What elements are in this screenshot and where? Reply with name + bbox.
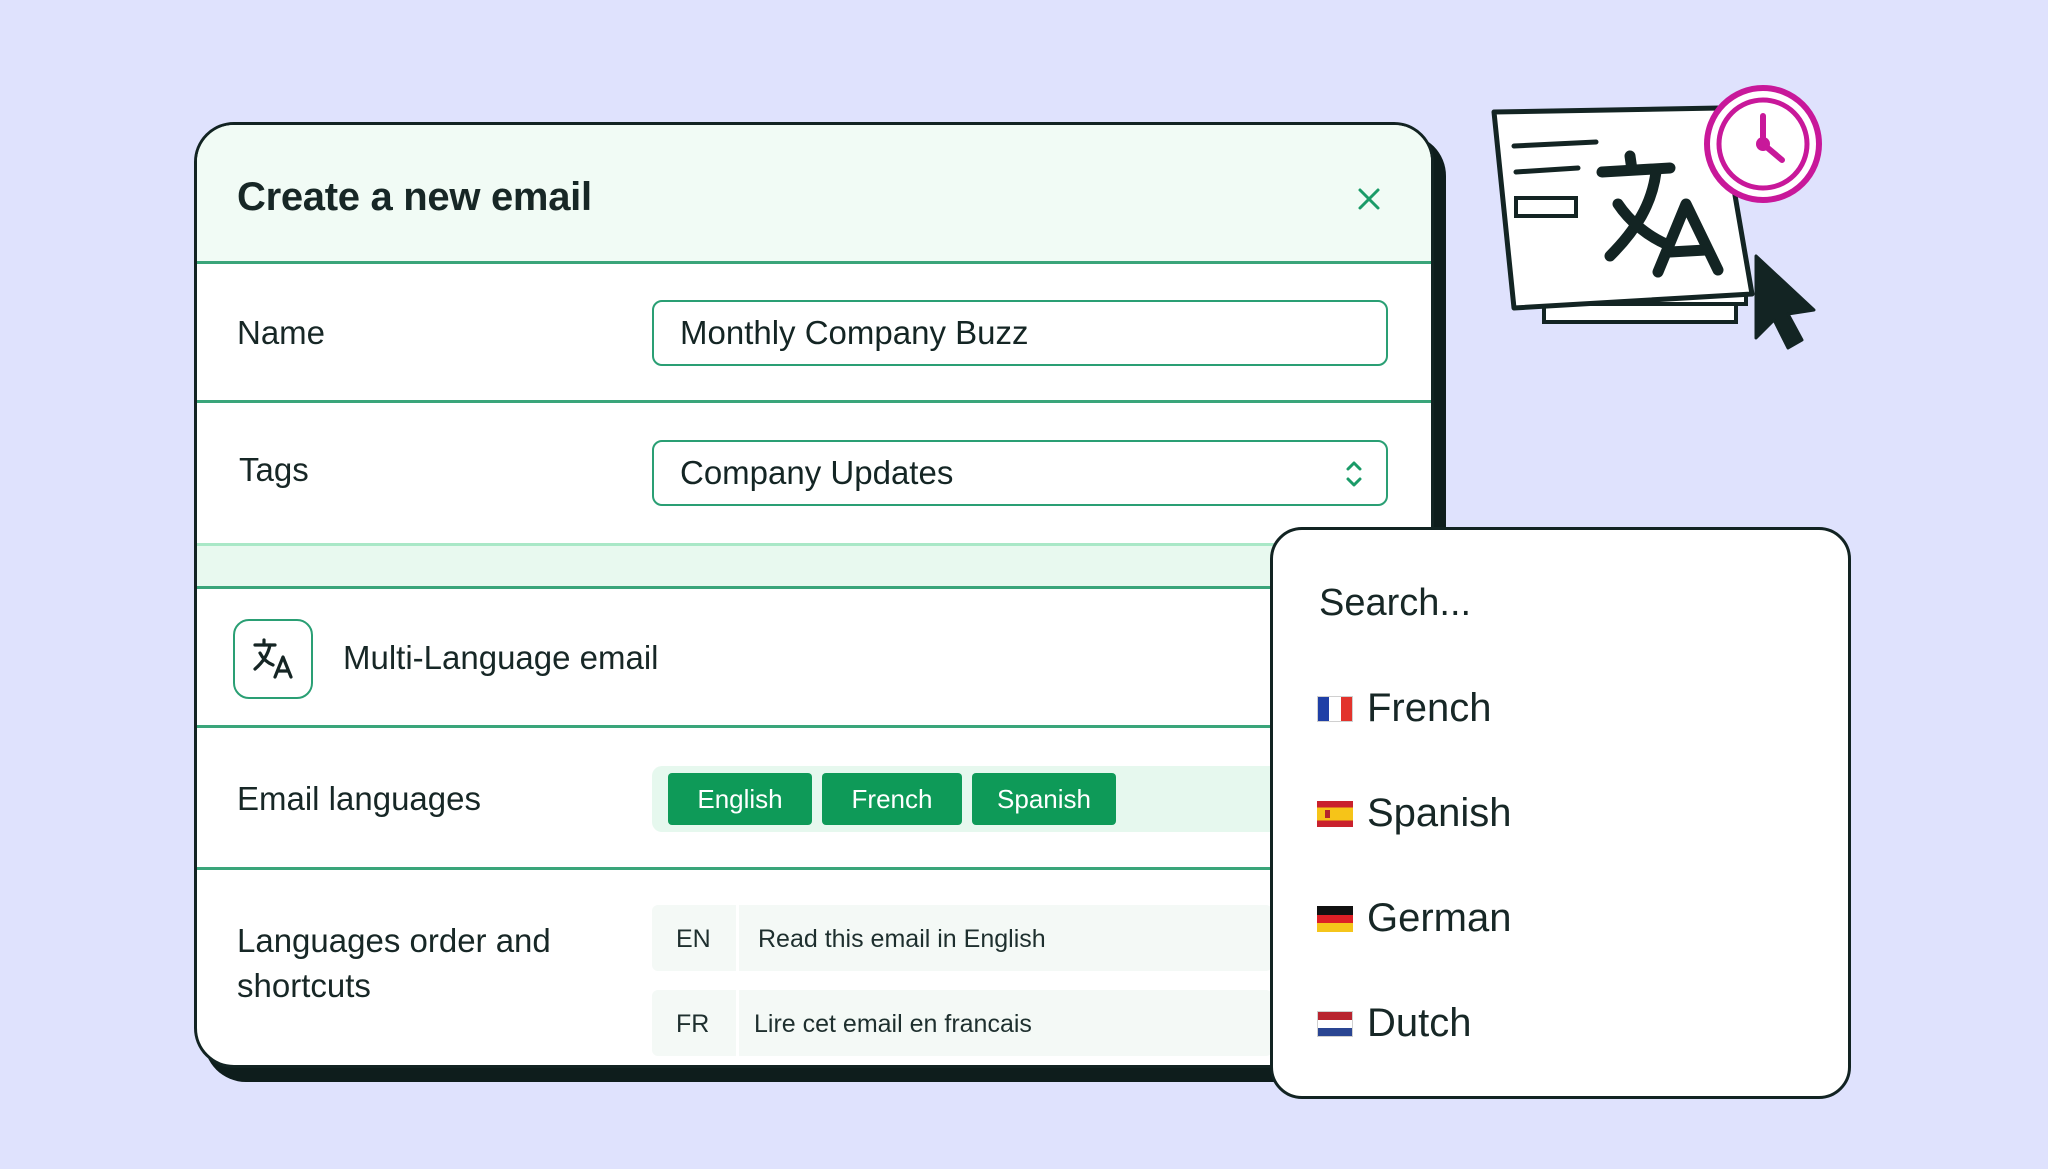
shortcut-row-en[interactable]: EN Read this email in English xyxy=(652,905,1272,971)
dropdown-item-dutch[interactable]: Dutch xyxy=(1317,995,1817,1055)
dropdown-item-german[interactable]: German xyxy=(1317,890,1817,950)
shortcut-divider xyxy=(736,905,739,971)
modal-header: Create a new email xyxy=(197,125,1431,264)
dropdown-item-label: French xyxy=(1367,686,1492,730)
translate-icon xyxy=(253,638,293,679)
language-chip-english[interactable]: English xyxy=(668,773,812,825)
shortcut-text: Lire cet email en francais xyxy=(754,1010,1032,1038)
language-chip-spanish[interactable]: Spanish xyxy=(972,773,1116,825)
tags-row: Tags Company Updates xyxy=(197,403,1431,543)
mouse-cursor-icon xyxy=(1754,254,1816,350)
name-row: Name Monthly Company Buzz xyxy=(197,264,1431,403)
create-email-modal: Create a new email Name Monthly Company … xyxy=(194,122,1434,1068)
language-dropdown: French Spanish German Dutch xyxy=(1270,527,1851,1099)
tags-select-value: Company Updates xyxy=(680,454,954,491)
languages-order-label-line2: shortcuts xyxy=(237,967,371,1004)
languages-order-label: Languages order and shortcuts xyxy=(237,918,551,1008)
multi-language-row: Multi-Language email xyxy=(197,589,1431,728)
netherlands-flag-icon xyxy=(1317,1011,1353,1037)
section-divider-band xyxy=(197,543,1431,589)
translation-illustration xyxy=(1491,85,1822,350)
dropdown-item-label: German xyxy=(1367,896,1512,940)
dropdown-item-label: Dutch xyxy=(1367,1001,1472,1045)
language-chip-french[interactable]: French xyxy=(822,773,962,825)
modal-title: Create a new email xyxy=(237,175,592,219)
email-languages-row: Email languages English French Spanish xyxy=(197,728,1431,870)
clock-icon xyxy=(1704,85,1822,203)
shortcut-row-fr[interactable]: FR Lire cet email en francais xyxy=(652,990,1272,1056)
name-label: Name xyxy=(237,314,326,351)
email-languages-label: Email languages xyxy=(237,780,481,817)
shortcut-code: FR xyxy=(676,1010,710,1038)
chevron-up-down-icon xyxy=(1346,461,1362,487)
dropdown-item-spanish[interactable]: Spanish xyxy=(1317,785,1817,845)
multi-language-icon-box xyxy=(233,619,313,699)
shortcut-divider xyxy=(736,990,739,1056)
close-icon xyxy=(1358,188,1380,210)
language-search-input[interactable] xyxy=(1319,582,1799,625)
name-input[interactable]: Monthly Company Buzz xyxy=(652,300,1388,366)
shortcut-text: Read this email in English xyxy=(758,925,1046,953)
france-flag-icon xyxy=(1317,696,1353,722)
multi-language-label: Multi-Language email xyxy=(343,639,659,676)
spain-flag-icon xyxy=(1317,801,1353,827)
shortcut-code: EN xyxy=(676,925,711,953)
email-languages-chip-track[interactable]: English French Spanish xyxy=(652,766,1292,832)
languages-order-label-line1: Languages order and xyxy=(237,922,551,959)
dropdown-item-french[interactable]: French xyxy=(1317,680,1817,740)
tags-label: Tags xyxy=(239,451,309,488)
languages-order-row: Languages order and shortcuts EN Read th… xyxy=(197,870,1431,1065)
close-button[interactable] xyxy=(1349,179,1389,219)
dropdown-item-label: Spanish xyxy=(1367,791,1512,835)
germany-flag-icon xyxy=(1317,906,1353,932)
tags-select[interactable]: Company Updates xyxy=(652,440,1388,506)
